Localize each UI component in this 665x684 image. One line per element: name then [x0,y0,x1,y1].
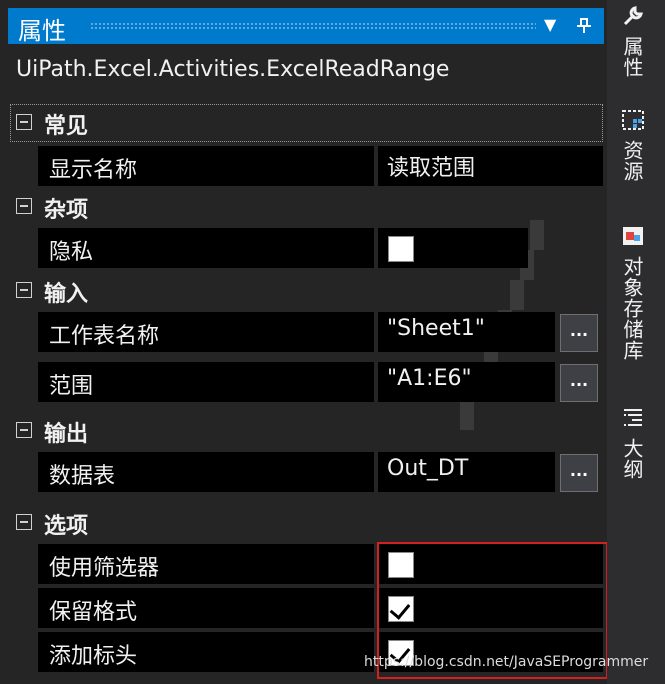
property-name: 使用筛选器 [38,544,374,584]
property-row-data-table[interactable]: 数据表 Out_DT ... [38,452,603,494]
property-name: 添加标头 [38,632,374,672]
category-label: 输入 [44,282,89,307]
ellipsis-button[interactable]: ... [560,364,598,402]
resources-icon [622,110,644,130]
title-grip [90,22,536,30]
range-input[interactable]: "A1:E6" [378,362,555,402]
property-name: 隐私 [38,228,374,268]
private-checkbox[interactable] [388,236,414,262]
side-tab-rail: 属性 资源 对象存储库 大纲 [607,0,665,684]
property-row-private[interactable]: 隐私 [38,228,603,270]
category-options[interactable]: 选项 [10,504,603,542]
property-name: 范围 [38,362,374,402]
dropdown-arrow-icon[interactable]: ▼ [544,15,556,35]
category-label: 杂项 [44,198,89,223]
collapse-icon[interactable] [16,514,32,530]
pin-icon[interactable] [574,15,594,40]
property-row-sheet-name[interactable]: 工作表名称 "Sheet1" ... [38,312,603,354]
category-misc[interactable]: 杂项 [10,188,603,226]
side-tab-object-repository[interactable]: 对象存储库 [620,224,655,361]
side-tab-resources[interactable]: 资源 [620,108,655,182]
category-input[interactable]: 输入 [10,272,603,310]
display-name-value[interactable]: 读取范围 [387,150,475,182]
collapse-icon[interactable] [16,282,32,298]
watermark: https://blog.csdn.net/JavaSEProgrammer [364,654,649,670]
property-value-field: "Sheet1" ... [378,312,603,352]
category-output[interactable]: 输出 [10,412,603,450]
property-name: 显示名称 [38,146,374,186]
collapse-icon[interactable] [16,198,32,214]
side-tab-outline[interactable]: 大纲 [620,406,655,480]
collapse-icon[interactable] [16,422,32,438]
property-name: 工作表名称 [38,312,374,352]
panel-title: 属性 [18,17,66,45]
side-tab-properties[interactable]: 属性 [620,4,655,78]
category-label: 输出 [44,422,89,447]
category-label: 选项 [44,514,89,539]
data-table-input[interactable]: Out_DT [378,452,555,492]
property-value-field[interactable]: 读取范围 [378,146,603,186]
wrench-icon [623,6,643,26]
property-row-display-name[interactable]: 显示名称 读取范围 [38,146,603,188]
property-row-range[interactable]: 范围 "A1:E6" ... [38,362,603,404]
property-name: 数据表 [38,452,374,492]
object-repository-icon [623,227,643,245]
category-common[interactable]: 常见 [10,104,603,142]
property-value-field: Out_DT ... [378,452,603,492]
collapse-icon[interactable] [16,114,32,130]
property-value-field: "A1:E6" ... [378,362,603,402]
category-label: 常见 [44,114,89,139]
property-name: 保留格式 [38,588,374,628]
object-type-name: UiPath.Excel.Activities.ExcelReadRange [16,57,450,82]
ellipsis-button[interactable]: ... [560,454,598,492]
ellipsis-button[interactable]: ... [560,314,598,352]
outline-icon [624,409,642,426]
panel-title-bar[interactable]: 属性 ▼ [8,8,604,45]
sheet-name-input[interactable]: "Sheet1" [378,312,555,352]
property-value-field [378,228,603,268]
